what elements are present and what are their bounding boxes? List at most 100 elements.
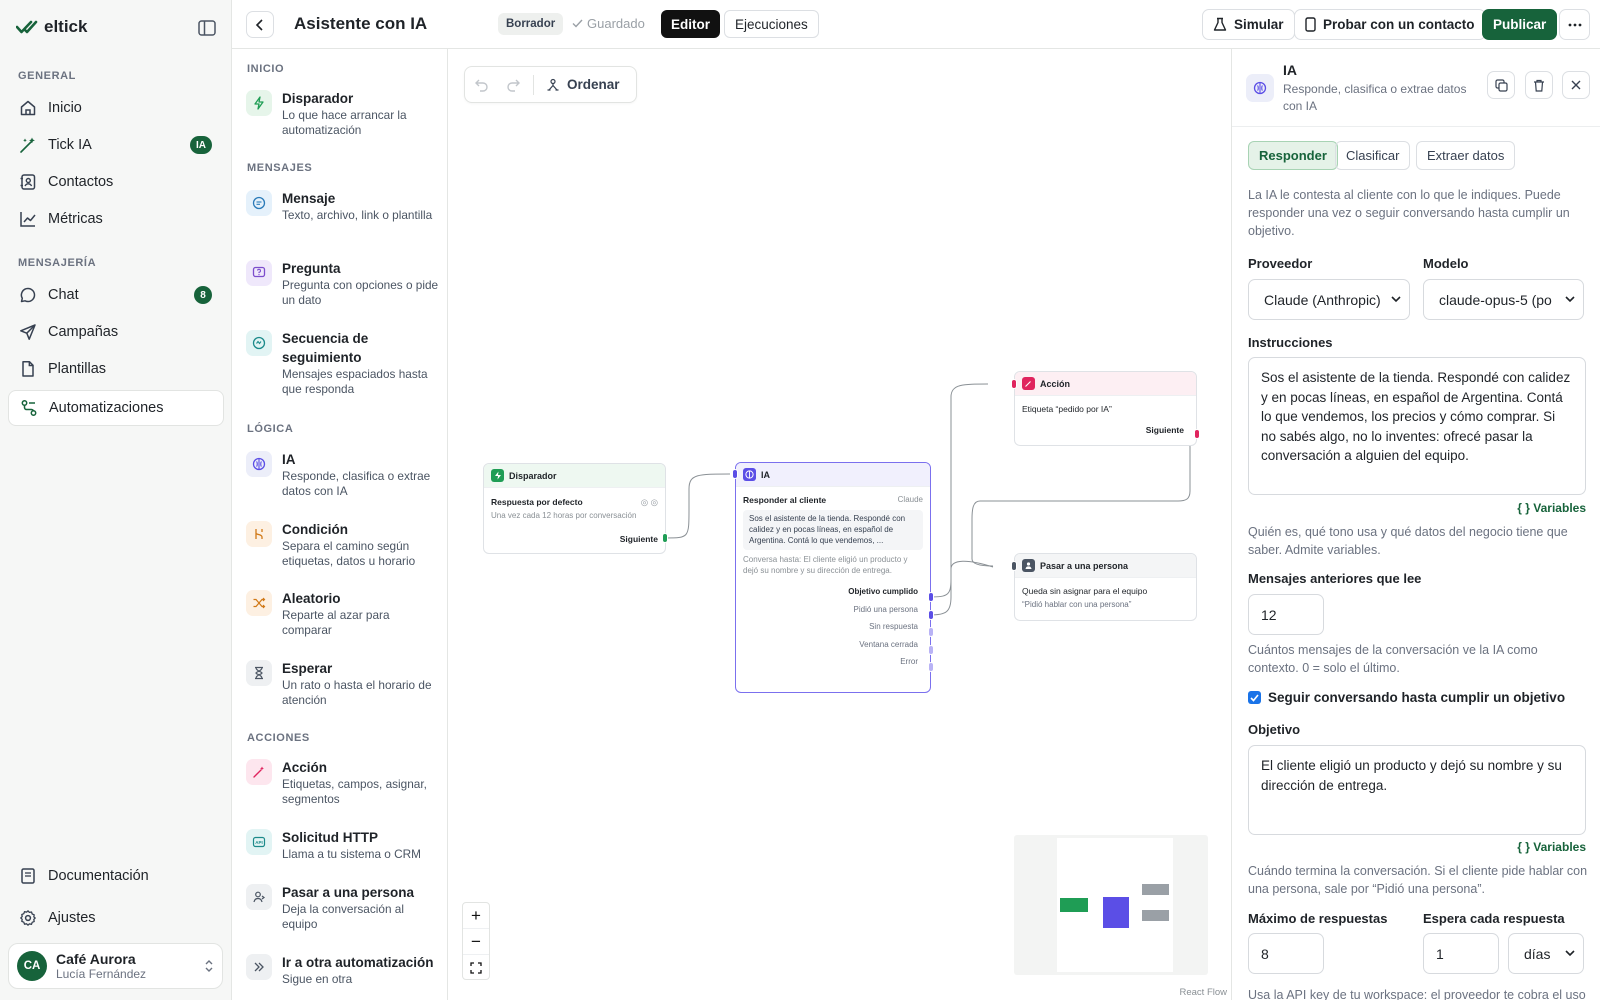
nav-item-tick-ia[interactable]: Tick IA IA xyxy=(8,127,224,163)
palette-item-esperar[interactable]: Esperar Un rato o hasta el horario de ate… xyxy=(246,659,441,708)
nav-item-chat[interactable]: Chat 8 xyxy=(8,277,224,313)
palette-item-pasar-persona[interactable]: Pasar a una persona Deja la conversación … xyxy=(246,883,441,932)
node-handoff[interactable]: Pasar a una persona Queda sin asignar pa… xyxy=(1014,553,1197,621)
page-title: Asistente con IA xyxy=(294,14,428,33)
ai-out-handle-ventana[interactable] xyxy=(928,645,934,655)
duplicate-button[interactable] xyxy=(1487,71,1515,99)
ai-in-handle[interactable] xyxy=(732,469,738,479)
provider-value: Claude (Anthropic) xyxy=(1264,291,1381,308)
palette-item-mensaje[interactable]: Mensaje Texto, archivo, link o plantilla xyxy=(246,189,441,223)
nav-item-automatizaciones[interactable]: Automatizaciones xyxy=(8,390,224,426)
nav-item-ajustes[interactable]: Ajustes xyxy=(8,900,224,936)
node-settings-panel: IA Responde, clasifica o extrae datos co… xyxy=(1231,49,1600,1000)
nav-item-campanas[interactable]: Campañas xyxy=(8,314,224,350)
goal-textarea[interactable] xyxy=(1248,745,1586,835)
ai-out-handle-persona[interactable] xyxy=(928,610,934,620)
nav-label: Inicio xyxy=(48,100,82,116)
instructions-textarea[interactable] xyxy=(1248,357,1586,495)
node-trigger[interactable]: Disparador Respuesta por defecto ◎ ◎ Una… xyxy=(483,463,666,554)
undo-icon[interactable] xyxy=(465,66,497,103)
sparkle-icon xyxy=(18,135,38,155)
gear-icon xyxy=(18,908,38,928)
palette-item-condicion[interactable]: Condición Separa el camino según etiqueta… xyxy=(246,520,441,569)
collapse-sidebar-icon[interactable] xyxy=(198,20,218,38)
ai-outputs: Objetivo cumplido Pidió una persona Sin … xyxy=(736,583,930,671)
tab-extraer-datos[interactable]: Extraer datos xyxy=(1416,141,1516,170)
tab-responder[interactable]: Responder xyxy=(1248,141,1338,170)
zoom-in-icon[interactable]: + xyxy=(463,903,489,929)
model-select[interactable]: claude-opus-5 (po xyxy=(1423,279,1584,320)
palette-item-title: Pregunta xyxy=(282,261,341,276)
continue-checkbox[interactable]: Seguir conversando hasta cumplir un obje… xyxy=(1248,690,1565,705)
more-button[interactable] xyxy=(1559,9,1590,40)
instructions-label: Instrucciones xyxy=(1248,335,1333,350)
palette-group-logica: LÓGICA xyxy=(247,423,294,435)
provider-select[interactable]: Claude (Anthropic) xyxy=(1248,279,1410,320)
history-input[interactable] xyxy=(1248,594,1324,635)
max-responses-input[interactable] xyxy=(1248,933,1324,974)
history-hint: Cuántos mensajes de la conversación ve l… xyxy=(1248,643,1538,675)
palette-item-title: Aleatorio xyxy=(282,591,341,606)
test-contact-button[interactable]: Probar con un contacto xyxy=(1294,9,1486,40)
trigger-out-handle[interactable] xyxy=(662,533,668,543)
palette-item-pregunta[interactable]: Pregunta Pregunta con opciones o pide un … xyxy=(246,259,441,308)
tab-editor[interactable]: Editor xyxy=(661,10,720,38)
zoom-out-icon[interactable]: − xyxy=(463,929,489,955)
tab-clasificar[interactable]: Clasificar xyxy=(1335,141,1411,170)
ai-brain-icon xyxy=(743,468,756,481)
provider-label: Proveedor xyxy=(1248,256,1313,271)
tab-ejecuciones[interactable]: Ejecuciones xyxy=(724,10,819,38)
arrange-button[interactable]: Ordenar xyxy=(538,77,628,92)
nav-item-contactos[interactable]: Contactos xyxy=(8,164,224,200)
wait-input[interactable] xyxy=(1423,933,1499,974)
user-name: Lucía Fernández xyxy=(56,966,147,981)
app-logo[interactable]: eltick xyxy=(16,17,87,37)
checkbox-checked-icon xyxy=(1248,691,1261,704)
toolbar-divider xyxy=(533,74,534,95)
nav-item-inicio[interactable]: Inicio xyxy=(8,90,224,126)
palette-item-http[interactable]: API Solicitud HTTP Llama a tu sistema o C… xyxy=(246,828,441,862)
action-out-handle[interactable] xyxy=(1194,429,1200,439)
palette-item-disparador[interactable]: Disparador Lo que hace arrancar la automa… xyxy=(246,89,441,138)
publish-button[interactable]: Publicar xyxy=(1482,9,1558,40)
handoff-note: “Pidió hablar con una persona” xyxy=(1022,600,1132,609)
flow-canvas[interactable]: Ordenar Disparador Respuesta por defecto… xyxy=(448,49,1231,1000)
handoff-in-handle[interactable] xyxy=(1011,561,1017,571)
nav-item-metricas[interactable]: Métricas xyxy=(8,201,224,237)
ai-out-handle-objetivo[interactable] xyxy=(928,592,934,602)
close-button[interactable] xyxy=(1562,71,1590,99)
unread-badge: 8 xyxy=(194,286,212,304)
action-in-handle[interactable] xyxy=(1011,379,1017,389)
palette-item-aleatorio[interactable]: Aleatorio Reparte al azar para comparar xyxy=(246,589,441,638)
delete-button[interactable] xyxy=(1525,71,1553,99)
canvas-toolbar: Ordenar xyxy=(464,66,637,103)
palette-item-secuencia[interactable]: Secuencia de seguimiento Mensajes espacia… xyxy=(246,329,441,397)
nav-label: Métricas xyxy=(48,211,103,227)
node-ai[interactable]: IA Responder al cliente Claude Sos el as… xyxy=(735,462,931,693)
wait-unit-select[interactable]: días xyxy=(1508,933,1584,974)
ai-brain-icon xyxy=(246,451,272,477)
palette-item-accion[interactable]: Acción Etiquetas, campos, asignar, segmen… xyxy=(246,758,441,807)
back-button[interactable] xyxy=(246,11,274,38)
fit-view-icon[interactable] xyxy=(463,955,489,981)
ai-out-handle-sin-respuesta[interactable] xyxy=(928,627,934,637)
goal-variables-button[interactable]: { } Variables xyxy=(1517,840,1586,854)
instructions-hint: Quién es, qué tono usa y qué datos del n… xyxy=(1248,525,1568,557)
palette-item-ia[interactable]: IA Responde, clasifica o extrae datos con… xyxy=(246,450,441,499)
simulate-button[interactable]: Simular xyxy=(1202,9,1295,40)
palette-item-desc: Un rato o hasta el horario de atención xyxy=(282,678,432,707)
instructions-variables-button[interactable]: { } Variables xyxy=(1517,501,1586,515)
node-action[interactable]: Acción Etiqueta “pedido por IA” Siguient… xyxy=(1014,371,1197,446)
nav-item-plantillas[interactable]: Plantillas xyxy=(8,351,224,387)
minimap[interactable] xyxy=(1014,835,1208,975)
test-contact-label: Probar con un contacto xyxy=(1323,17,1475,32)
palette-item-title: Condición xyxy=(282,522,348,537)
ai-out-handle-error[interactable] xyxy=(928,662,934,672)
react-flow-attribution[interactable]: React Flow xyxy=(1179,987,1227,998)
nav-item-documentacion[interactable]: Documentación xyxy=(8,858,224,894)
palette-item-title: Esperar xyxy=(282,661,333,676)
minimap-view xyxy=(1057,838,1173,972)
redo-icon[interactable] xyxy=(497,66,529,103)
workspace-switcher[interactable]: CA Café Aurora Lucía Fernández xyxy=(8,943,223,989)
palette-item-ir-automatizacion[interactable]: Ir a otra automatización Sigue en otra xyxy=(246,953,441,987)
